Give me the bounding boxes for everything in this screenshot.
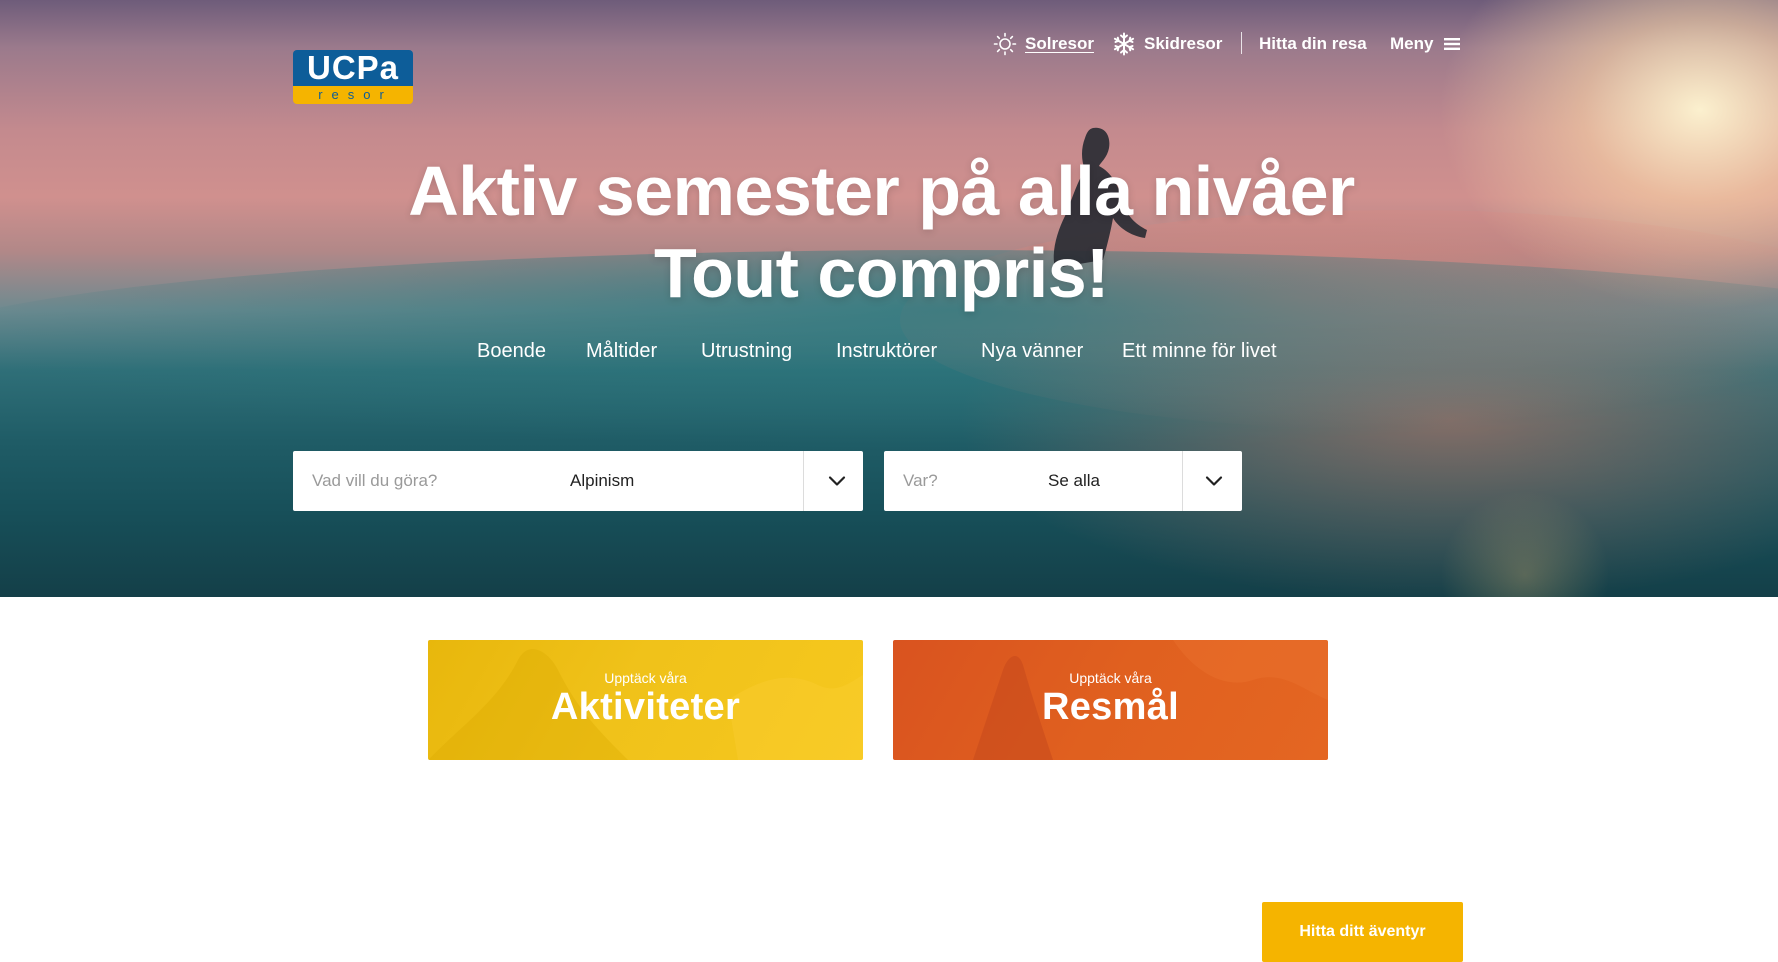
nav-hitta-din-resa[interactable]: Hitta din resa: [1259, 30, 1367, 58]
feature-instruktorer: Instruktörer: [836, 340, 938, 362]
hero-headline-line2: Tout compris!: [654, 234, 1109, 312]
chevron-down-icon[interactable]: [825, 469, 849, 493]
hero-headline: Aktiv semester på alla nivåer Tout compr…: [0, 150, 1763, 314]
destination-select-value: Se alla: [1048, 471, 1100, 490]
hamburger-menu-icon: [1444, 38, 1461, 50]
feature-nya-vanner: Nya vänner: [981, 340, 1084, 362]
nav-meny[interactable]: Meny: [1390, 30, 1461, 58]
card-aktiviteter-title: Aktiviteter: [550, 686, 741, 728]
activity-select-divider: [803, 451, 804, 511]
feature-maltider: Måltider: [586, 340, 658, 362]
card-resmal-title: Resmål: [1042, 686, 1179, 728]
hero-background-glare: [1440, 490, 1610, 597]
feature-utrustning: Utrustning: [701, 340, 793, 362]
destination-select[interactable]: Var? Se alla: [884, 451, 1242, 511]
snowflake-icon: [1113, 32, 1135, 56]
card-resmal-eyebrow: Upptäck våra: [1069, 670, 1152, 686]
card-aktiviteter[interactable]: Upptäck våra Aktiviteter: [428, 640, 863, 760]
feature-ett-minne: Ett minne för livet: [1122, 340, 1277, 362]
destination-select-placeholder: Var?: [903, 471, 938, 490]
nav-meny-label: Meny: [1390, 34, 1434, 53]
logo-top-text: UCPa: [293, 50, 413, 86]
hero-headline-line1: Aktiv semester på alla nivåer: [408, 152, 1355, 230]
card-aktiviteter-eyebrow: Upptäck våra: [604, 670, 687, 686]
ucpa-resor-logo[interactable]: UCPa resor: [293, 50, 413, 104]
card-resmal[interactable]: Upptäck våra Resmål: [893, 640, 1328, 760]
nav-skidresor-label: Skidresor: [1144, 34, 1223, 53]
nav-hitta-din-resa-label: Hitta din resa: [1259, 34, 1367, 53]
nav-solresor-label: Solresor: [1025, 34, 1094, 53]
nav-solresor[interactable]: Solresor: [993, 30, 1094, 58]
nav-skidresor[interactable]: Skidresor: [1112, 30, 1222, 58]
activity-select[interactable]: Vad vill du göra? Alpinism: [293, 451, 863, 511]
destination-select-divider: [1182, 451, 1183, 511]
feature-boende: Boende: [477, 340, 546, 362]
chevron-down-icon[interactable]: [1202, 469, 1226, 493]
nav-divider: [1241, 32, 1242, 54]
find-adventure-button[interactable]: Hitta ditt äventyr: [1262, 902, 1463, 962]
logo-bottom-text: resor: [293, 86, 413, 104]
sun-icon: [993, 32, 1017, 56]
activity-select-value: Alpinism: [570, 471, 635, 490]
activity-select-placeholder: Vad vill du göra?: [312, 471, 438, 490]
hero-feature-list: Boende Måltider Utrustning Instruktörer …: [0, 340, 1778, 364]
